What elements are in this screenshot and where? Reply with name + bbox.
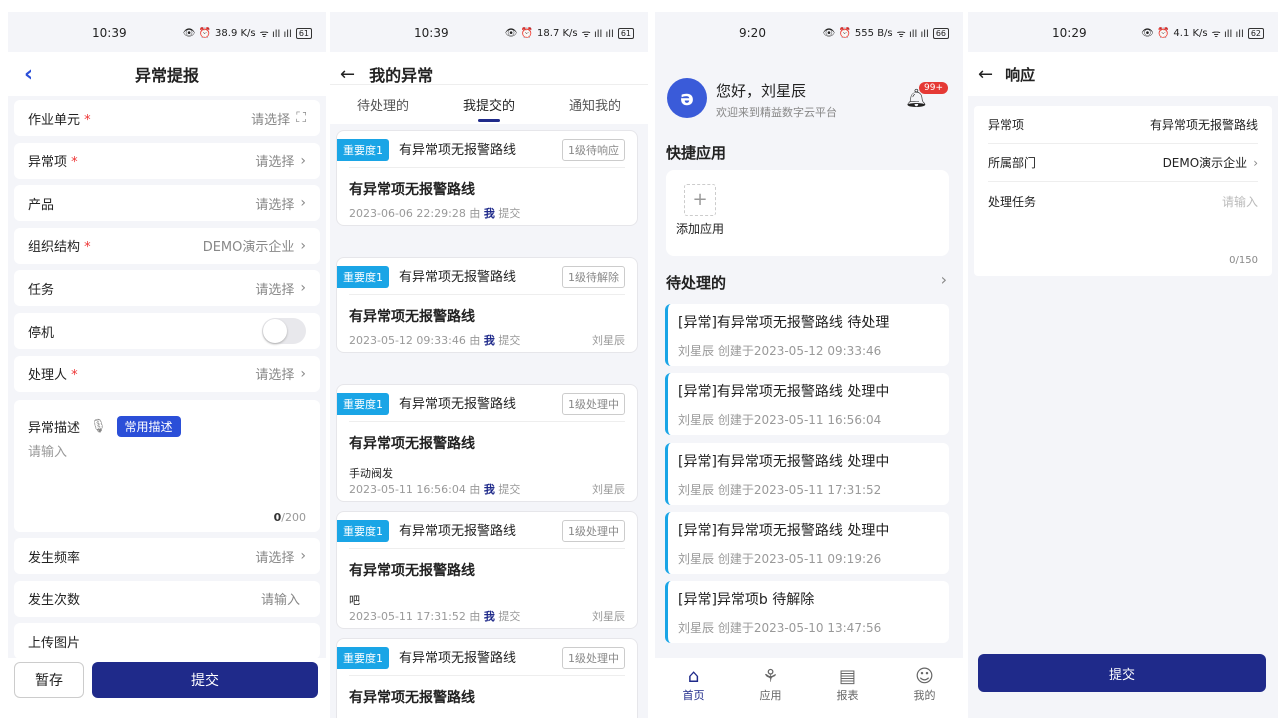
form-field[interactable]: 组织结构 * DEMO演示企业 › <box>14 227 320 264</box>
avatar[interactable]: ə <box>667 78 707 118</box>
page-title: 异常提报 <box>134 66 199 85</box>
response-form: 0/150 异常项 有异常项无报警路线 所属部门 DEMO演示企业 › 处理任务 请输入 <box>974 106 1272 276</box>
my-exceptions-screen: 10:39 👁 ⏰ 18.7 K/s ᯤ ıll ıll 61 ← 我的异常 待处理… <box>330 12 648 718</box>
common-description-button[interactable]: 常用描述 <box>116 416 181 437</box>
report-icon: ▤ <box>838 666 856 687</box>
back-icon[interactable]: ← <box>340 64 355 85</box>
chevron-right-icon[interactable]: › <box>941 270 947 289</box>
importance-badge: 重要度1 <box>337 520 389 542</box>
chevron-right-icon: › <box>300 195 306 212</box>
page-title: 我的异常 <box>369 66 434 85</box>
form-field[interactable]: 产品 请选择 › <box>14 185 320 222</box>
chevron-right-icon: › <box>1253 155 1258 170</box>
chevron-right-icon: › <box>300 280 306 297</box>
status-bar: 10:29 👁 ⏰ 4.1 K/s ᯤ ıll ıll 62 <box>968 12 1278 52</box>
submit-button[interactable]: 提交 <box>92 662 318 698</box>
shutdown-toggle[interactable] <box>262 318 306 344</box>
scan-icon: ⛶ <box>296 110 306 126</box>
form-field[interactable]: 停机 <box>14 313 320 349</box>
form-field[interactable]: 异常项 * 请选择 › <box>14 142 320 179</box>
status-badge: 1级待解除 <box>562 266 625 288</box>
quick-apps-card: + 添加应用 <box>666 170 949 256</box>
welcome-text: 欢迎来到精益数字云平台 <box>716 106 837 119</box>
exception-card[interactable]: 重要度1 有异常项无报警路线 1级待响应 有异常项无报警路线 2023-06-0… <box>336 130 638 226</box>
task-item[interactable]: [异常]有异常项无报警路线 处理中 刘星辰 创建于2023-05-11 09:19… <box>665 511 949 574</box>
apps-icon: ⚘ <box>762 666 779 687</box>
home-chart-icon: ⌂ <box>687 666 700 687</box>
status-badge: 1级处理中 <box>562 393 625 415</box>
status-badge: 1级处理中 <box>562 647 625 669</box>
form-field[interactable]: 处理人 * 请选择 › <box>14 355 320 392</box>
save-draft-button[interactable]: 暂存 <box>14 662 84 698</box>
status-bar: 9:20 👁 ⏰ 555 B/s ᯤ ıll ıll 66 <box>655 12 963 52</box>
tab-pending[interactable]: 待处理的 <box>330 85 436 124</box>
profile-icon: ☺ <box>915 666 934 687</box>
section-title: 待处理的 <box>666 274 727 292</box>
respond-screen: 10:29 👁 ⏰ 4.1 K/s ᯤ ıll ıll 62 ← 响应 0/150 … <box>968 12 1278 718</box>
nav-item[interactable]: ⚘ 应用 <box>732 658 809 718</box>
form-field[interactable]: 上传图片 <box>14 623 320 660</box>
tab-submitted[interactable]: 我提交的 <box>436 85 542 124</box>
form-row[interactable]: 所属部门 DEMO演示企业 › <box>988 144 1258 182</box>
tab-bar: 待处理的 我提交的 通知我的 <box>330 84 648 124</box>
importance-badge: 重要度1 <box>337 647 389 669</box>
description-field[interactable]: 异常描述 🎙 常用描述 请输入 0/200 <box>14 400 320 532</box>
status-bar: 10:39 👁 ⏰ 38.9 K/s ᯤ ıll ıll 61 <box>8 12 326 52</box>
chevron-right-icon: › <box>300 365 306 382</box>
greeting: 您好，刘星辰 <box>716 82 807 100</box>
section-title: 快捷应用 <box>666 144 727 162</box>
back-icon[interactable]: ‹ <box>24 62 33 87</box>
add-app-button[interactable]: + <box>684 184 716 216</box>
form-field[interactable]: 作业单元 * 请选择 ⛶ <box>14 100 320 136</box>
task-item[interactable]: [异常]有异常项无报警路线 待处理 刘星辰 创建于2023-05-12 09:33… <box>665 304 949 366</box>
importance-badge: 重要度1 <box>337 266 389 288</box>
chevron-right-icon: › <box>300 548 306 564</box>
exception-card[interactable]: 重要度1 有异常项无报警路线 1级待解除 有异常项无报警路线 2023-05-1… <box>336 257 638 353</box>
bottom-nav: ⌂ 首页 ⚘ 应用 ▤ 报表 ☺ 我的 <box>655 658 963 718</box>
form-field[interactable]: 发生次数 请输入 <box>14 580 320 617</box>
task-item[interactable]: [异常]异常项b 待解除 刘星辰 创建于2023-05-10 13:47:56 <box>665 581 949 644</box>
nav-item[interactable]: ⌂ 首页 <box>655 658 732 718</box>
form-field[interactable]: 发生频率 请选择 › <box>14 538 320 574</box>
task-item[interactable]: [异常]有异常项无报警路线 处理中 刘星辰 创建于2023-05-11 17:31… <box>665 442 949 505</box>
status-bar: 10:39 👁 ⏰ 18.7 K/s ᯤ ıll ıll 61 <box>330 12 648 52</box>
nav-item[interactable]: ☺ 我的 <box>886 658 963 718</box>
page-title: 响应 <box>1005 65 1036 84</box>
home-screen: 9:20 👁 ⏰ 555 B/s ᯤ ıll ıll 66 ə 您好，刘星辰 欢迎… <box>655 12 963 718</box>
task-item[interactable]: [异常]有异常项无报警路线 处理中 刘星辰 创建于2023-05-11 16:56… <box>665 373 949 436</box>
submit-button[interactable]: 提交 <box>978 654 1266 692</box>
form-row[interactable]: 处理任务 请输入 <box>988 182 1258 220</box>
exception-card[interactable]: 重要度1 有异常项无报警路线 1级处理中 有异常项无报警路线 23 2023-0… <box>336 638 638 718</box>
status-badge: 1级处理中 <box>562 520 625 542</box>
tab-notified[interactable]: 通知我的 <box>542 85 648 124</box>
exception-card[interactable]: 重要度1 有异常项无报警路线 1级处理中 有异常项无报警路线 吧 2023-05… <box>336 511 638 629</box>
form-field[interactable]: 任务 请选择 › <box>14 270 320 307</box>
back-icon[interactable]: ← <box>978 64 993 85</box>
form-row[interactable]: 异常项 有异常项无报警路线 <box>988 106 1258 144</box>
report-exception-screen: 10:39 👁 ⏰ 38.9 K/s ᯤ ıll ıll 61 ‹ 异常提报 异常… <box>8 12 326 718</box>
microphone-icon[interactable]: 🎙 <box>90 419 107 434</box>
chevron-right-icon: › <box>300 152 306 169</box>
importance-badge: 重要度1 <box>337 393 389 415</box>
chevron-right-icon: › <box>300 237 306 254</box>
importance-badge: 重要度1 <box>337 139 389 161</box>
exception-card[interactable]: 重要度1 有异常项无报警路线 1级处理中 有异常项无报警路线 手动阀发 2023… <box>336 384 638 502</box>
notification-badge: 99+ <box>919 82 948 94</box>
nav-item[interactable]: ▤ 报表 <box>809 658 886 718</box>
status-badge: 1级待响应 <box>562 139 625 161</box>
